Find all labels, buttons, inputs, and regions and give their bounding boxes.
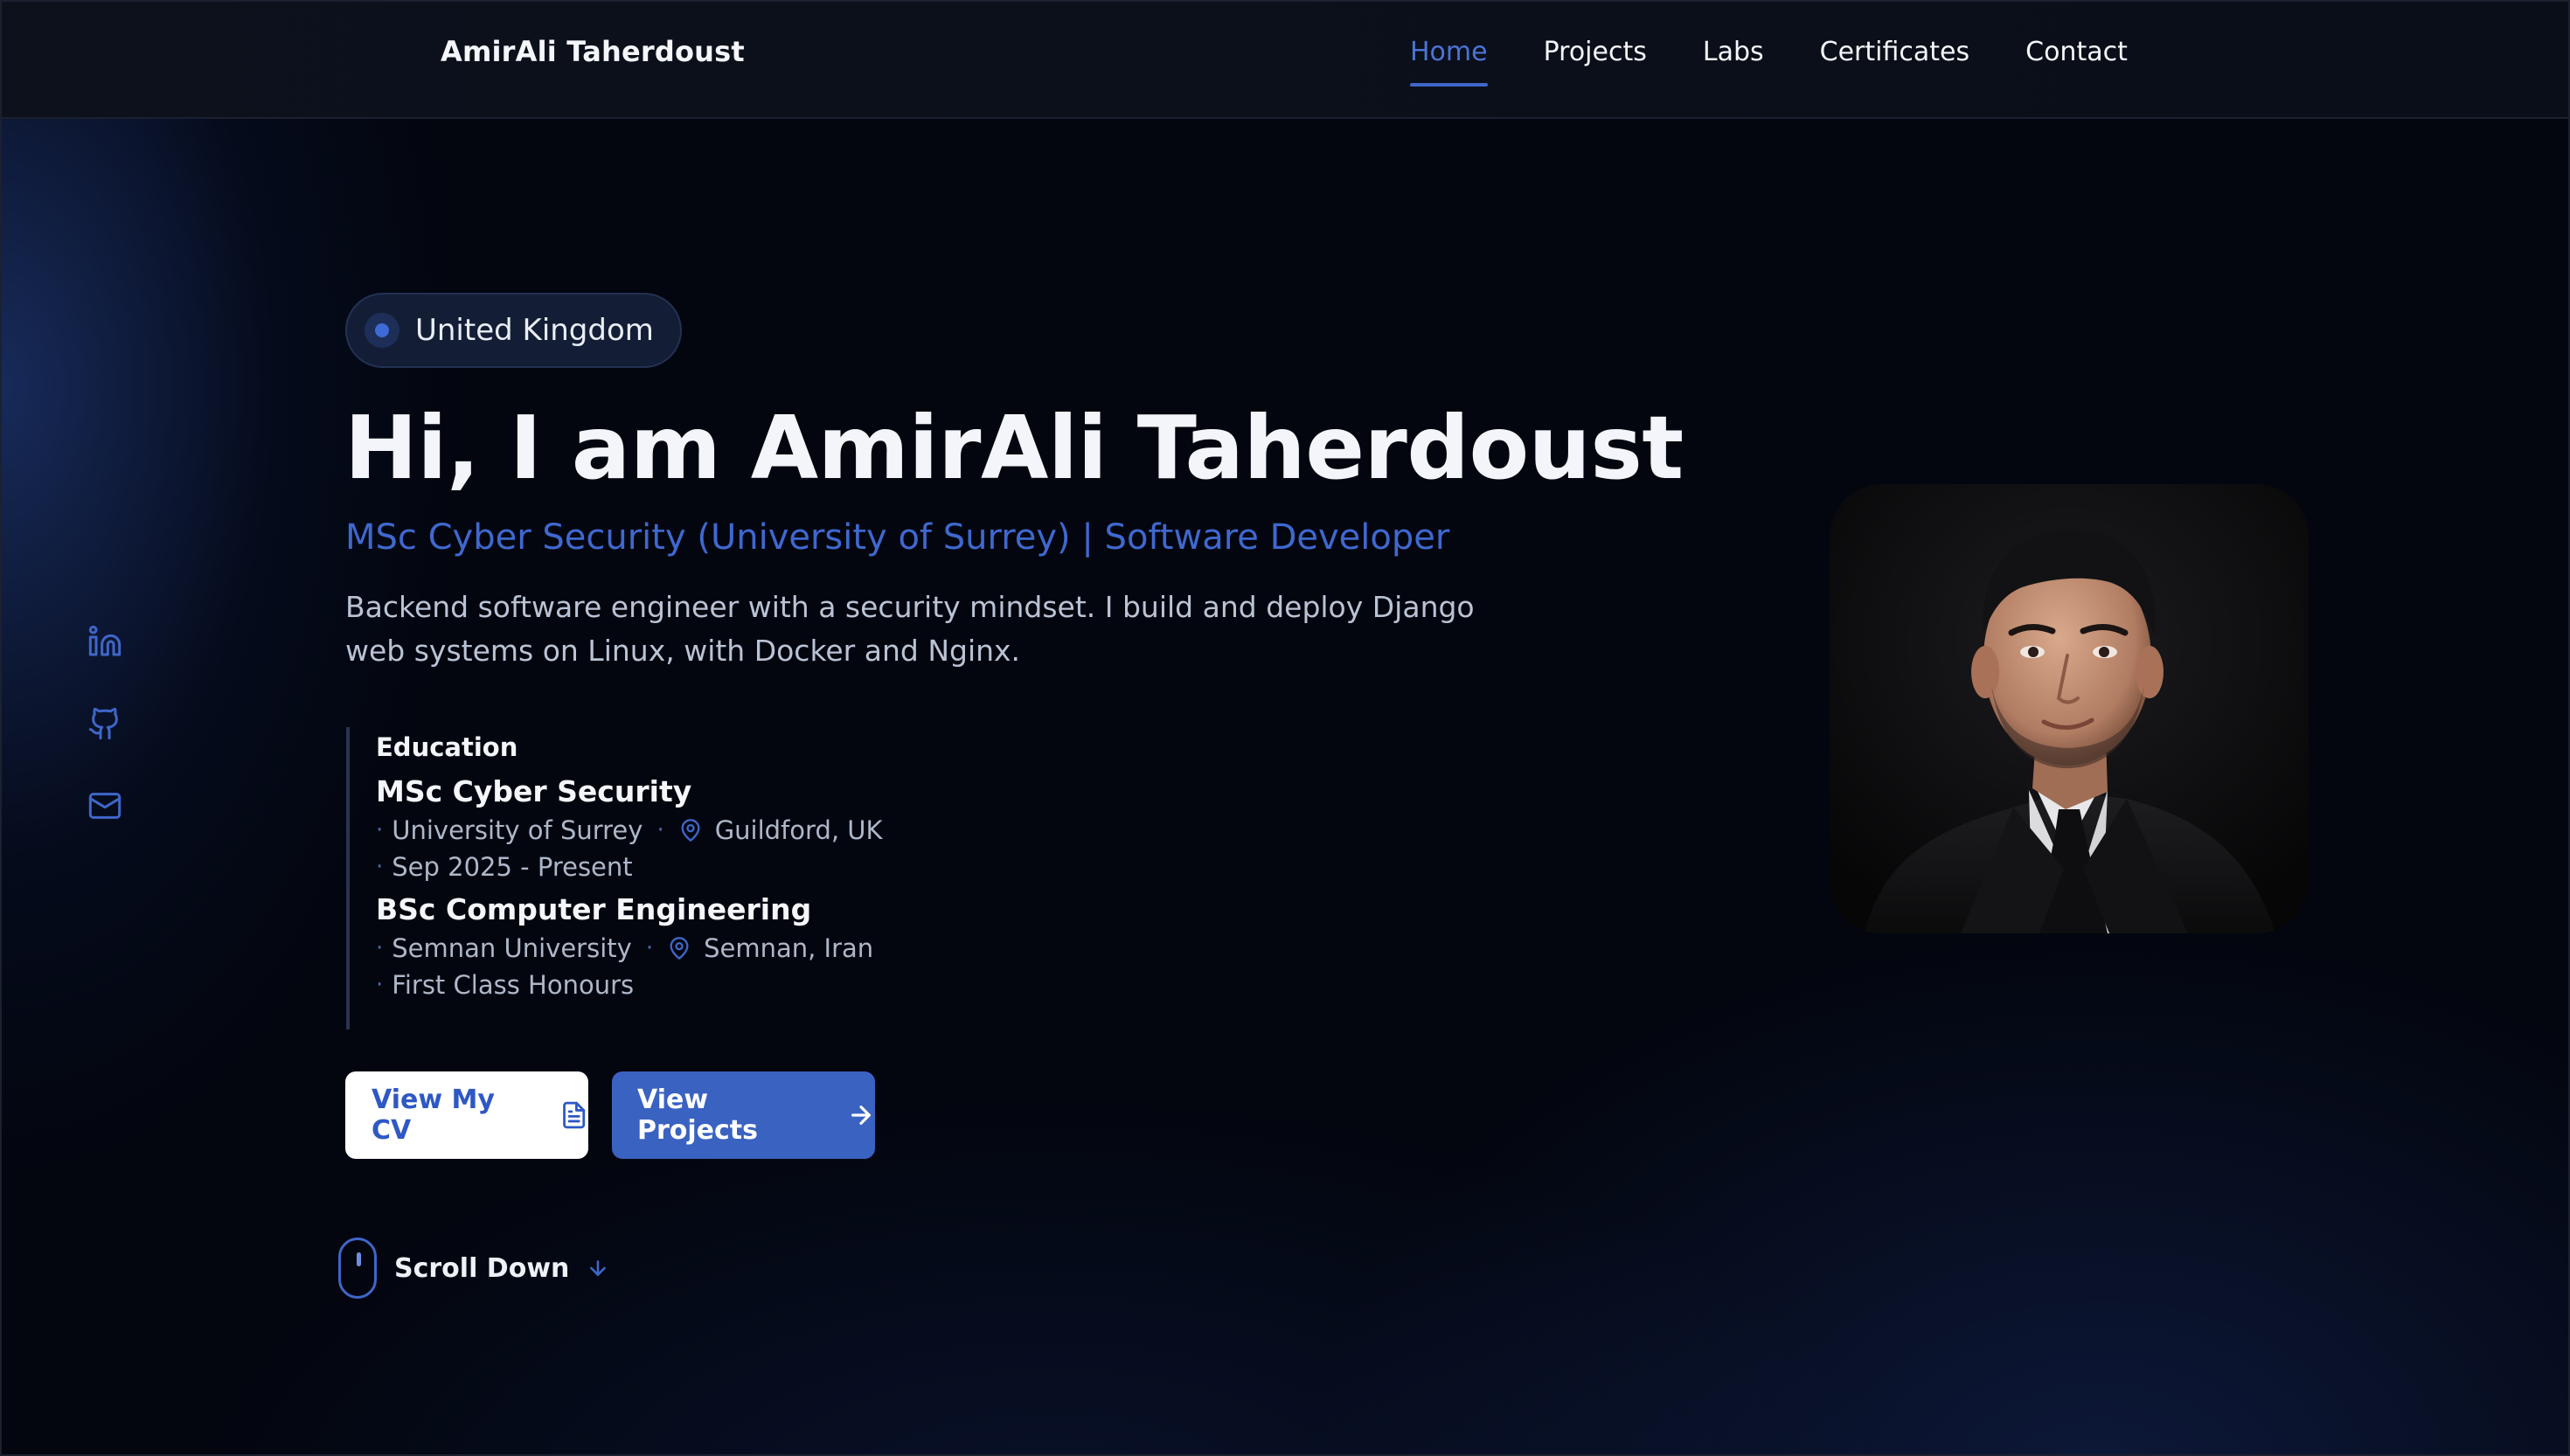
mouse-icon — [338, 1238, 377, 1299]
nav-link-home[interactable]: Home — [1410, 37, 1488, 87]
map-pin-icon — [681, 819, 700, 842]
degree-title: MSc Cyber Security — [376, 774, 692, 808]
hero-title: Hi, I am AmirAli Taherdoust — [344, 397, 1684, 499]
education-section: Education MSc Cyber Security · Universit… — [346, 727, 1011, 1030]
location-badge: United Kingdom — [345, 293, 682, 368]
degree-detail-row: · First Class Honours — [376, 970, 635, 1000]
nav-link-certificates[interactable]: Certificates — [1820, 37, 1969, 87]
education-heading: Education — [376, 732, 518, 762]
degree-location: Guildford, UK — [714, 815, 883, 845]
portrait-illustration — [1830, 484, 2309, 933]
view-projects-label: View Projects — [637, 1085, 759, 1146]
nav-link-contact[interactable]: Contact — [2025, 37, 2128, 87]
degree-meta: · Semnan University · Semnan, Iran — [376, 933, 874, 963]
nav-link-projects[interactable]: Projects — [1544, 37, 1647, 87]
location-dot-icon — [365, 313, 399, 348]
arrow-right-icon — [851, 1106, 871, 1125]
profile-photo — [1830, 484, 2309, 933]
degree-meta: · University of Surrey · Guildford, UK — [376, 815, 883, 845]
institution: Semnan University — [392, 933, 632, 963]
arrow-down-icon — [590, 1260, 607, 1276]
map-pin-icon — [670, 937, 689, 960]
mail-icon[interactable] — [87, 788, 122, 823]
hero-subtitle: MSc Cyber Security (University of Surrey… — [345, 517, 1450, 558]
view-cv-button[interactable]: View My CV — [345, 1071, 588, 1159]
page: AmirAli Taherdoust Home Projects Labs Ce… — [0, 0, 2570, 1456]
degree-detail-row: · Sep 2025 - Present — [376, 852, 633, 882]
github-icon[interactable] — [87, 706, 122, 741]
degree-detail: Sep 2025 - Present — [392, 852, 633, 882]
top-nav: AmirAli Taherdoust Home Projects Labs Ce… — [2, 2, 2568, 119]
view-cv-label: View My CV — [372, 1085, 495, 1146]
linkedin-icon[interactable] — [87, 624, 122, 659]
institution: University of Surrey — [392, 815, 643, 845]
social-links — [87, 624, 122, 823]
scroll-down-link[interactable]: Scroll Down — [338, 1238, 609, 1299]
hero-description: Backend software engineer with a securit… — [345, 590, 1475, 668]
degree-location: Semnan, Iran — [704, 933, 874, 963]
scroll-down-label: Scroll Down — [394, 1252, 570, 1284]
document-icon — [562, 1101, 585, 1129]
location-text: United Kingdom — [415, 313, 654, 348]
nav-links: Home Projects Labs Certificates Contact — [1410, 37, 2128, 87]
brand-name[interactable]: AmirAli Taherdoust — [441, 35, 745, 68]
nav-link-labs[interactable]: Labs — [1703, 37, 1764, 87]
degree-title: BSc Computer Engineering — [376, 892, 812, 926]
view-projects-button[interactable]: View Projects — [612, 1071, 875, 1159]
degree-detail: First Class Honours — [392, 970, 635, 1000]
